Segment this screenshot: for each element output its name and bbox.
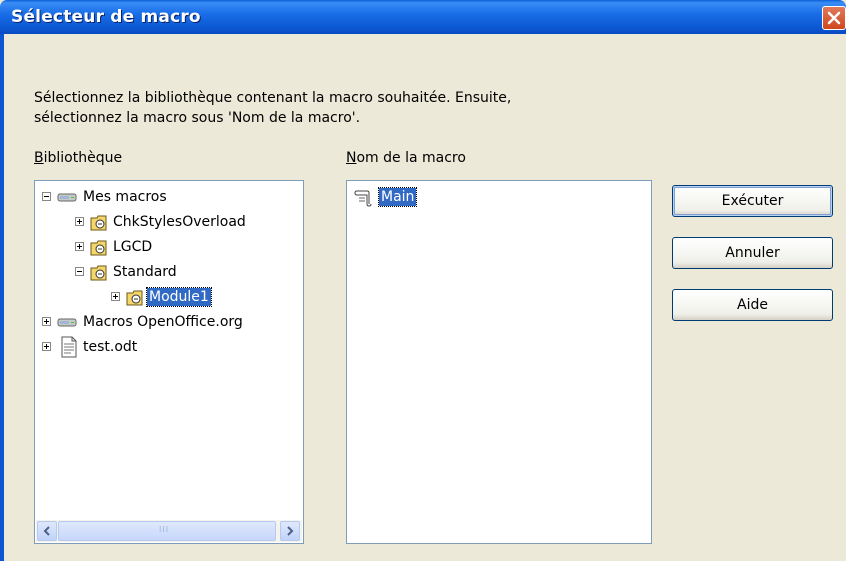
- collapse-icon[interactable]: [42, 192, 51, 201]
- expand-icon[interactable]: [42, 317, 51, 326]
- library-horizontal-scrollbar[interactable]: III: [36, 520, 302, 542]
- instructions-line-1: Sélectionnez la bibliothèque contenant l…: [34, 90, 512, 106]
- macro-name-label: Nom de la macro: [346, 150, 466, 166]
- run-button[interactable]: Exécuter: [672, 185, 833, 217]
- chevron-left-icon: [43, 526, 50, 536]
- macro-selector-dialog: Sélecteur de macro Sélectionnez la bibli…: [0, 0, 846, 561]
- macro-item-label: Main: [377, 187, 418, 207]
- tree-item-mes-macros[interactable]: Mes macros: [35, 187, 303, 207]
- tree-item-label: test.odt: [83, 339, 138, 355]
- tree-item-test-odt[interactable]: test.odt: [35, 336, 303, 358]
- tree-item-label: Standard: [113, 264, 177, 280]
- close-icon: [827, 11, 841, 25]
- tree-item-chkstylesoverload[interactable]: ChkStylesOverload: [35, 212, 303, 232]
- drive-icon: [57, 193, 77, 202]
- window-title: Sélecteur de macro: [11, 7, 201, 27]
- drive-icon: [57, 318, 77, 327]
- help-button[interactable]: Aide: [672, 289, 833, 321]
- library-icon: [90, 215, 107, 231]
- library-tree[interactable]: Mes macros ChkStylesOverload LGCD Standa…: [34, 180, 304, 544]
- macro-item-main[interactable]: Main: [347, 187, 651, 207]
- tree-item-module1[interactable]: Module1: [35, 287, 303, 307]
- close-button[interactable]: [822, 6, 846, 30]
- instructions-text: Sélectionnez la bibliothèque contenant l…: [34, 88, 734, 128]
- tree-item-macros-openoffice[interactable]: Macros OpenOffice.org: [35, 312, 303, 332]
- document-icon: [61, 336, 77, 358]
- tree-item-label: LGCD: [113, 239, 153, 255]
- scroll-left-button[interactable]: [37, 521, 57, 541]
- title-bar: Sélecteur de macro: [0, 0, 846, 34]
- expand-icon[interactable]: [75, 242, 84, 251]
- library-icon: [90, 265, 107, 281]
- macro-icon: [354, 190, 372, 207]
- tree-item-label: Module1: [146, 287, 212, 307]
- expand-icon[interactable]: [42, 342, 51, 351]
- instructions-line-2: sélectionnez la macro sous 'Nom de la ma…: [34, 110, 361, 126]
- tree-item-standard[interactable]: Standard: [35, 262, 303, 282]
- expand-icon[interactable]: [75, 217, 84, 226]
- tree-item-label: Macros OpenOffice.org: [83, 314, 243, 330]
- window-frame-left: [0, 34, 4, 561]
- library-icon: [126, 290, 143, 306]
- tree-item-label: ChkStylesOverload: [113, 214, 246, 230]
- tree-item-label: Mes macros: [83, 189, 167, 205]
- macro-name-list[interactable]: Main: [346, 180, 652, 544]
- scroll-thumb[interactable]: III: [58, 521, 276, 541]
- library-icon: [90, 240, 107, 256]
- tree-item-lgcd[interactable]: LGCD: [35, 237, 303, 257]
- scroll-right-button[interactable]: [280, 521, 300, 541]
- collapse-icon[interactable]: [75, 267, 84, 276]
- chevron-right-icon: [287, 526, 294, 536]
- cancel-button[interactable]: Annuler: [672, 237, 833, 269]
- expand-icon[interactable]: [111, 292, 120, 301]
- scroll-grip-icon: III: [159, 525, 170, 534]
- library-label: Bibliothèque: [34, 150, 123, 166]
